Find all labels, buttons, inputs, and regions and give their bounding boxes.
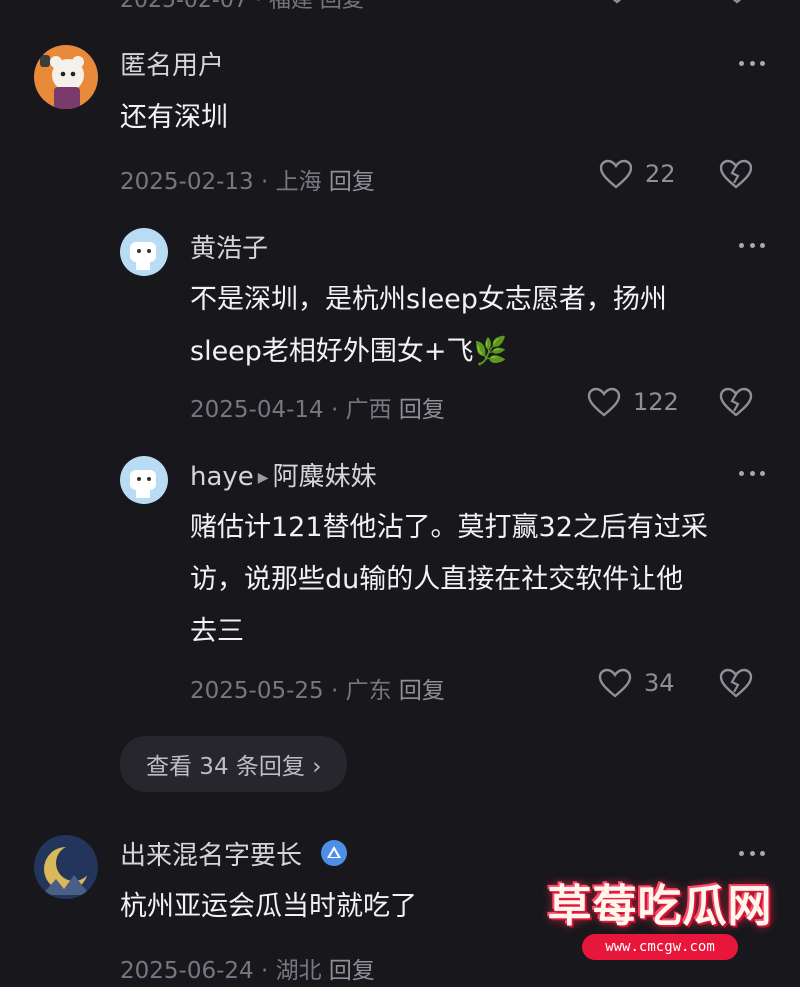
avatar[interactable] <box>120 228 168 276</box>
comment-author-line: haye ▶ 阿麋妹妹 <box>190 456 377 493</box>
heart-icon <box>599 159 633 189</box>
comment-line: 去三 <box>190 616 244 647</box>
comment-line: 访，说那些du输的人直接在社交软件让他 <box>190 564 684 595</box>
avatar[interactable] <box>34 835 98 899</box>
more-icon[interactable] <box>739 468 765 478</box>
view-replies-button[interactable]: 查看 34 条回复 › <box>120 736 348 792</box>
broken-heart-icon[interactable] <box>719 387 753 421</box>
comment-date: 2025-06-24 <box>120 958 254 984</box>
comment-line: sleep老相好外围女+飞🌿 <box>190 336 508 367</box>
like-count: 22 <box>645 160 676 188</box>
like-button[interactable]: 22 <box>599 159 676 189</box>
reply-arrow-icon: ▶ <box>257 470 269 486</box>
comment-meta: 2025-04-14 · 广西 回复 <box>190 390 445 424</box>
comment-meta: 2025-02-13 · 上海 回复 <box>120 162 375 196</box>
comment-line: 还有深圳 <box>120 102 228 133</box>
separator: · <box>260 169 276 195</box>
watermark-url: www.cmcgw.com <box>582 934 738 960</box>
reply-button[interactable]: 回复 <box>329 169 375 195</box>
verified-badge-icon <box>320 839 348 874</box>
avatar[interactable] <box>120 456 168 504</box>
previous-comment-date: 2025-02-07 · 福建 回复 <box>120 0 364 13</box>
reply-button[interactable]: 回复 <box>399 678 445 704</box>
more-icon[interactable] <box>739 848 765 858</box>
avatar[interactable] <box>34 45 98 109</box>
reply-button[interactable]: 回复 <box>399 397 445 423</box>
comment-content: 还有深圳 <box>120 92 228 144</box>
broken-heart-icon[interactable] <box>719 159 753 193</box>
comment-date: 2025-05-25 <box>190 678 324 704</box>
comment-location: 湖北 <box>275 958 322 984</box>
heart-icon[interactable] <box>600 0 634 10</box>
comment-meta: 2025-05-25 · 广东 回复 <box>190 671 445 705</box>
comment-meta: 2025-06-24 · 湖北 回复 <box>120 951 375 985</box>
more-icon[interactable] <box>739 58 765 68</box>
comment-date: 2025-04-14 <box>190 397 324 423</box>
heart-icon <box>598 668 632 698</box>
comment-author-line: 出来混名字要长 <box>120 835 348 874</box>
comment-content: 不是深圳，是杭州sleep女志愿者，扬州 sleep老相好外围女+飞🌿 <box>190 274 667 378</box>
comment-author[interactable]: 匿名用户 <box>120 45 224 82</box>
heart-icon <box>587 387 621 417</box>
like-button[interactable]: 34 <box>598 668 675 698</box>
separator: · <box>260 958 276 984</box>
more-icon[interactable] <box>739 240 765 250</box>
comment-location: 上海 <box>275 169 322 195</box>
reply-button[interactable]: 回复 <box>329 958 375 984</box>
like-count: 122 <box>633 388 679 416</box>
broken-heart-icon[interactable] <box>720 0 754 10</box>
comment-line: 杭州亚运会瓜当时就吃了 <box>120 891 417 922</box>
watermark-title: 草莓吃瓜网 <box>547 881 773 932</box>
watermark-logo: 草莓吃瓜网 www.cmcgw.com <box>542 862 778 972</box>
comment-author[interactable]: haye <box>190 462 254 492</box>
broken-heart-icon[interactable] <box>719 668 753 702</box>
separator: · <box>330 678 346 704</box>
comment-line: 不是深圳，是杭州sleep女志愿者，扬州 <box>190 284 667 315</box>
comment-content: 赌估计121替他沾了。莫打赢32之后有过采 访，说那些du输的人直接在社交软件让… <box>190 502 708 658</box>
like-count: 34 <box>644 669 675 697</box>
separator: · <box>330 397 346 423</box>
comment-author[interactable]: 出来混名字要长 <box>120 841 302 871</box>
reply-to-user[interactable]: 阿麋妹妹 <box>273 462 377 492</box>
comment-content: 杭州亚运会瓜当时就吃了 <box>120 881 417 933</box>
comment-author[interactable]: 黄浩子 <box>190 228 268 265</box>
previous-comment-meta: 2025-02-07 · 福建 回复 <box>120 0 800 13</box>
comment-location: 广东 <box>345 678 392 704</box>
comment-line: 赌估计121替他沾了。莫打赢32之后有过采 <box>190 512 708 543</box>
comment-date: 2025-02-13 <box>120 169 254 195</box>
comment-location: 广西 <box>345 397 392 423</box>
like-button[interactable]: 122 <box>587 387 679 417</box>
